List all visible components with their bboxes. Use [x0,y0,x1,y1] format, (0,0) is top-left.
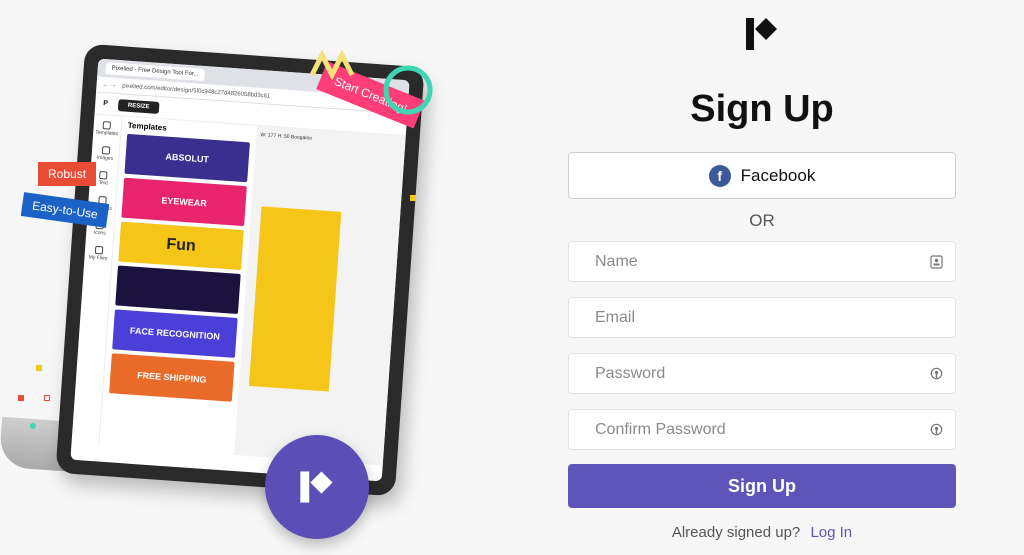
laptop-mockup: Pixelied - Free Design Tool For... ← → p… [55,43,425,497]
tag-robust: Robust [38,162,97,186]
template-face: FACE RECOGNITION [112,309,238,358]
email-input[interactable] [569,298,955,337]
tool-label: Text [98,179,108,187]
pixelied-logo-badge [265,435,369,539]
decorative-square [44,395,50,401]
templates-panel: Templates ABSOLUT EYEWEAR Fun FACE RECOG… [99,116,257,455]
decorative-square [18,395,24,401]
signup-page: Pixelied - Free Design Tool For... ← → p… [0,0,1024,555]
pixelied-logo[interactable] [744,16,780,52]
facebook-label: Facebook [740,165,816,185]
confirm-password-input[interactable] [569,410,955,449]
tool-templates: Templates [95,121,119,138]
hero-illustration: Pixelied - Free Design Tool For... ← → p… [0,0,500,555]
canvas-width: W: 177 [260,132,277,140]
signup-submit-button[interactable]: Sign Up [568,464,956,508]
editor-body: Templates Images Text Elements Icons My … [71,114,406,466]
email-field [568,297,956,338]
password-manager-icon[interactable] [930,367,943,381]
images-icon [101,146,110,155]
password-input[interactable] [569,354,955,393]
resize-button: RESIZE [117,98,160,114]
name-field [568,241,956,282]
editor-logo-icon: P [103,100,109,108]
text-icon [99,170,109,180]
canvas-font: Boogaloo [290,134,313,142]
templates-icon [102,121,112,130]
page-title: Sign Up [690,88,834,130]
confirm-password-field [568,409,956,450]
tool-label: My Files [88,254,108,262]
design-canvas: W: 177 H: 50 Boogaloo [234,125,406,466]
tool-my-files: My Files [88,245,108,262]
name-input[interactable] [569,242,955,281]
template-shipping: FREE SHIPPING [109,353,235,402]
template-absolut: ABSOLUT [124,133,250,183]
decorative-zigzag [310,50,355,80]
facebook-icon: f [708,164,731,187]
tool-text: Text [98,170,109,187]
tool-label: Templates [95,129,119,138]
tool-label: Icons [93,229,106,237]
decorative-square [36,365,42,371]
login-prompt: Already signed up? Log In [568,524,956,541]
decorative-ring [383,65,433,115]
folder-icon [94,245,103,255]
login-link[interactable]: Log In [810,524,852,541]
canvas-design-card [248,206,342,392]
contact-card-icon [930,255,943,269]
password-field [568,353,956,394]
laptop-screen: Pixelied - Free Design Tool For... ← → p… [70,58,410,482]
nav-arrows-icon: ← → [102,81,117,89]
template-fun: Fun [118,221,244,271]
facebook-signup-button[interactable]: f Facebook [568,152,956,199]
tool-label: Images [96,154,114,162]
canvas-height: H: 50 [277,133,290,141]
template-eyewear: EYEWEAR [121,177,247,227]
password-manager-icon[interactable] [930,423,943,437]
already-signed-up-text: Already signed up? [671,524,801,541]
or-divider: OR [749,211,775,230]
decorative-dot [30,423,36,429]
tool-images: Images [97,146,114,162]
decorative-square [410,195,416,201]
template-dark [115,265,241,314]
pixelied-logo-icon [300,471,333,503]
